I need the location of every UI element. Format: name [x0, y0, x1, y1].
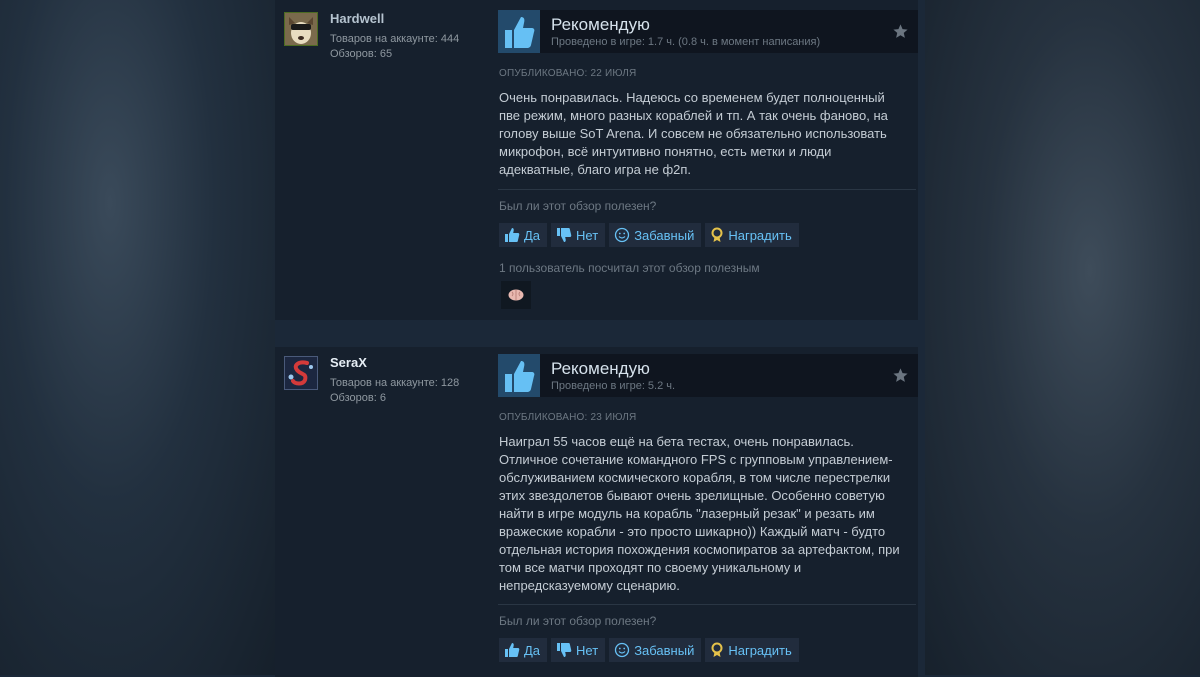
funny-label: Забавный — [634, 227, 695, 243]
avatar[interactable] — [284, 12, 318, 46]
posted-date: ОПУБЛИКОВАНО: 22 ИЮЛЯ — [499, 68, 637, 79]
star-icon[interactable] — [892, 367, 909, 384]
funny-button[interactable]: Забавный — [609, 223, 702, 247]
thumbs-down-icon — [557, 228, 572, 242]
thumbs-up-icon — [505, 228, 520, 242]
no-label: Нет — [576, 642, 599, 658]
vote-header[interactable]: Рекомендую Проведено в игре: 5.2 ч. — [498, 354, 918, 397]
review-card: SeraX Товаров на аккаунте: 128 Обзоров: … — [275, 347, 918, 677]
username[interactable]: SeraX — [330, 355, 367, 370]
helpful-question: Был ли этот обзор полезен? — [499, 199, 657, 213]
found-helpful: 1 пользователь посчитал этот обзор полез… — [499, 261, 760, 275]
yes-label: Да — [524, 227, 541, 243]
no-button[interactable]: Нет — [551, 223, 606, 247]
background-left — [0, 0, 275, 675]
award-button[interactable]: Наградить — [705, 223, 799, 247]
award-icon — [711, 642, 723, 657]
posted-date: ОПУБЛИКОВАНО: 23 ИЮЛЯ — [499, 412, 637, 423]
thumbs-up-icon — [505, 643, 520, 657]
rating-buttons: Да Нет Забавный Наградить — [499, 223, 799, 247]
yes-button[interactable]: Да — [499, 638, 548, 662]
verdict-title[interactable]: Рекомендую — [551, 15, 650, 35]
divider — [498, 189, 916, 190]
review-text: Очень понравилась. Надеюсь со временем б… — [499, 90, 888, 177]
review-card: Hardwell Товаров на аккаунте: 444 Обзоро… — [275, 0, 918, 320]
smile-icon — [615, 642, 630, 658]
reviews-column: Hardwell Товаров на аккаунте: 444 Обзоро… — [275, 0, 925, 677]
avatar[interactable] — [284, 356, 318, 390]
award-icon — [711, 227, 723, 242]
verdict-title[interactable]: Рекомендую — [551, 359, 650, 379]
thumbs-up-icon — [498, 354, 540, 397]
award-label: Наградить — [728, 227, 792, 243]
username[interactable]: Hardwell — [330, 11, 384, 26]
no-label: Нет — [576, 227, 599, 243]
star-icon[interactable] — [892, 23, 909, 40]
divider — [498, 604, 916, 605]
no-button[interactable]: Нет — [551, 638, 606, 662]
review-separator — [275, 320, 925, 347]
vote-header[interactable]: Рекомендую Проведено в игре: 1.7 ч. (0.8… — [498, 10, 918, 53]
reviews-count[interactable]: Обзоров: 65 — [330, 48, 392, 60]
award-label: Наградить — [728, 642, 792, 658]
review-text: Наиграл 55 часов ещё на бета тестах, оче… — [499, 434, 900, 593]
rating-buttons: Да Нет Забавный Наградить — [499, 638, 799, 662]
thumbs-down-icon — [557, 643, 572, 657]
thumbs-up-icon — [498, 10, 540, 53]
background-right — [925, 0, 1200, 675]
yes-label: Да — [524, 642, 541, 658]
funny-button[interactable]: Забавный — [609, 638, 702, 662]
yes-button[interactable]: Да — [499, 223, 548, 247]
award-button[interactable]: Наградить — [705, 638, 799, 662]
helpful-question: Был ли этот обзор полезен? — [499, 614, 657, 628]
products-count[interactable]: Товаров на аккаунте: 128 — [330, 377, 459, 389]
playtime: Проведено в игре: 5.2 ч. — [551, 380, 676, 392]
funny-label: Забавный — [634, 642, 695, 658]
reviews-count[interactable]: Обзоров: 6 — [330, 392, 386, 404]
playtime: Проведено в игре: 1.7 ч. (0.8 ч. в момен… — [551, 36, 821, 48]
brain-award-icon[interactable] — [501, 281, 531, 309]
smile-icon — [615, 227, 630, 243]
products-count[interactable]: Товаров на аккаунте: 444 — [330, 33, 459, 45]
